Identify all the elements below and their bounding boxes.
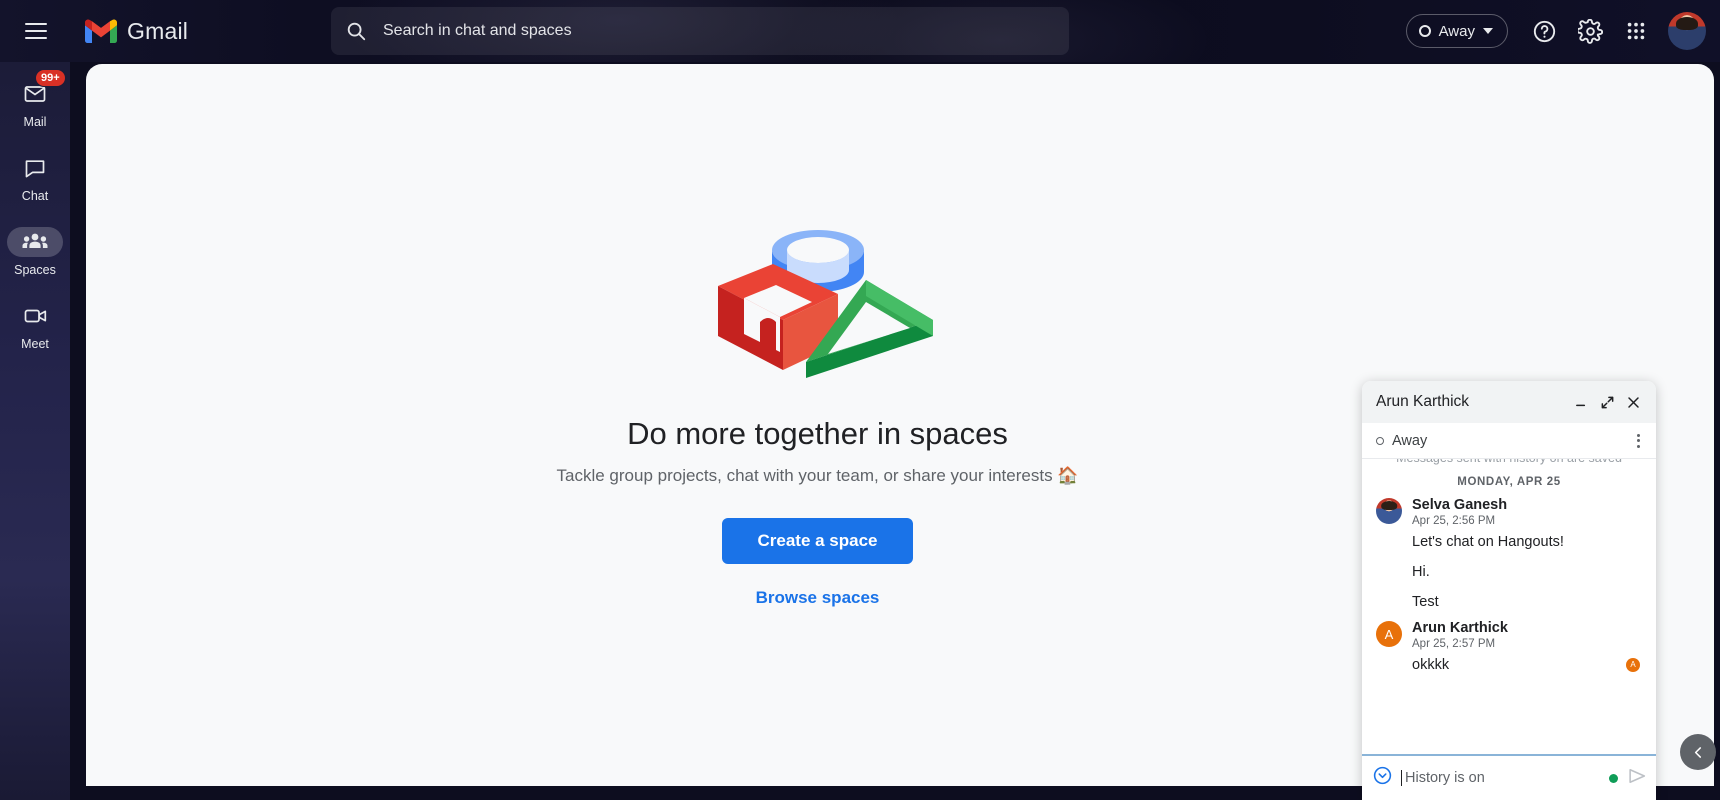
gmail-logo-icon — [84, 19, 118, 43]
send-icon[interactable] — [1626, 765, 1648, 792]
avatar[interactable] — [1668, 12, 1706, 50]
close-icon[interactable] — [1620, 389, 1646, 415]
sidebar-item-label: Chat — [21, 189, 49, 203]
sidebar-item-mail[interactable]: 99+ Mail — [0, 69, 70, 136]
message-text-row: okkkk A — [1362, 650, 1646, 680]
message-timestamp: Apr 25, 2:57 PM — [1412, 638, 1496, 650]
browse-spaces-link[interactable]: Browse spaces — [756, 588, 880, 608]
message-text: Hi. — [1412, 564, 1430, 580]
message-text: okkkk — [1412, 657, 1450, 673]
message-timestamp: Apr 25, 2:56 PM — [1412, 515, 1496, 527]
message-text-row: Let's chat on Hangouts! — [1362, 527, 1646, 557]
chat-window-title: Arun Karthick — [1376, 393, 1470, 410]
message-text: Let's chat on Hangouts! — [1412, 534, 1564, 550]
avatar[interactable] — [1376, 498, 1402, 524]
page-subtitle: Tackle group projects, chat with your te… — [556, 466, 1079, 485]
status-circle-icon — [1418, 25, 1431, 37]
search-icon — [345, 20, 367, 42]
help-icon[interactable] — [1522, 9, 1566, 53]
chevron-left-icon — [1694, 746, 1701, 758]
status-away-button[interactable]: Away — [1405, 14, 1508, 48]
gmail-title: Gmail — [127, 17, 189, 44]
people-icon — [22, 233, 48, 248]
message-text: Test — [1412, 594, 1439, 610]
expand-icon[interactable] — [1594, 389, 1620, 415]
collapse-panel-button[interactable] — [1680, 734, 1716, 770]
message-group: Selva Ganesh Apr 25, 2:56 PM Let's chat … — [1362, 496, 1656, 617]
minimize-icon[interactable] — [1568, 389, 1594, 415]
online-dot — [1609, 773, 1618, 783]
message-group: A Arun Karthick Apr 25, 2:57 PM okkkk A — [1362, 619, 1656, 680]
mail-unread-badge: 99+ — [35, 69, 66, 87]
spaces-3d-shapes-illustration — [717, 230, 933, 378]
gear-icon[interactable] — [1568, 9, 1612, 53]
history-system-note: Messages sent with history on are saved — [1362, 459, 1656, 467]
kebab-menu-icon[interactable] — [1631, 428, 1646, 454]
search-input[interactable] — [383, 22, 1023, 40]
spaces-empty-state: Do more together in spaces Tackle group … — [86, 64, 1549, 786]
message-text-row: Hi. — [1362, 557, 1646, 587]
app-root: Gmail Away — [0, 0, 1720, 800]
create-a-space-button[interactable]: Create a space — [722, 518, 913, 564]
sidebar-item-label: Meet — [21, 337, 49, 351]
chat-status-row: Away — [1362, 423, 1656, 459]
search-bar[interactable] — [331, 7, 1069, 55]
hamburger-icon[interactable] — [12, 7, 60, 55]
status-label: Away — [1438, 22, 1475, 40]
video-camera-icon — [24, 309, 46, 323]
header-actions: Away — [1405, 0, 1710, 62]
message-sender: Selva Ganesh — [1412, 497, 1508, 513]
sidebar-item-chat[interactable]: Chat — [0, 146, 70, 210]
chat-bubble-icon — [25, 160, 45, 178]
chat-window-header: Arun Karthick — [1362, 381, 1656, 423]
sidebar-item-meet[interactable]: Meet — [0, 294, 70, 358]
chat-message-list[interactable]: Messages sent with history on are saved … — [1362, 459, 1656, 754]
sidebar-item-label: Mail — [23, 115, 47, 129]
read-receipt-avatar: A — [1626, 658, 1640, 672]
status-circle-icon — [1376, 436, 1384, 445]
date-separator: MONDAY, APR 25 — [1457, 476, 1561, 488]
page-title: Do more together in spaces — [627, 416, 1008, 451]
chat-composer — [1362, 754, 1656, 800]
message-input[interactable] — [1401, 770, 1601, 786]
avatar[interactable]: A — [1376, 621, 1402, 647]
chevron-down-icon — [1483, 28, 1493, 34]
chat-window: Arun Karthick Away MONDAY, APR 25 Selva … — [1362, 381, 1656, 800]
sidebar-item-label: Spaces — [14, 263, 56, 277]
gmail-brand[interactable]: Gmail — [84, 18, 188, 45]
message-text-row: Test — [1362, 587, 1646, 617]
chat-status-label: Away — [1392, 432, 1428, 449]
top-header: Gmail Away — [0, 0, 1720, 62]
left-nav-rail: 99+ Mail Chat Spaces Meet — [0, 62, 70, 800]
history-on-icon[interactable] — [1372, 765, 1393, 791]
apps-grid-icon[interactable] — [1614, 9, 1658, 53]
message-sender: Arun Karthick — [1412, 620, 1508, 636]
sidebar-item-spaces[interactable]: Spaces — [0, 220, 70, 284]
